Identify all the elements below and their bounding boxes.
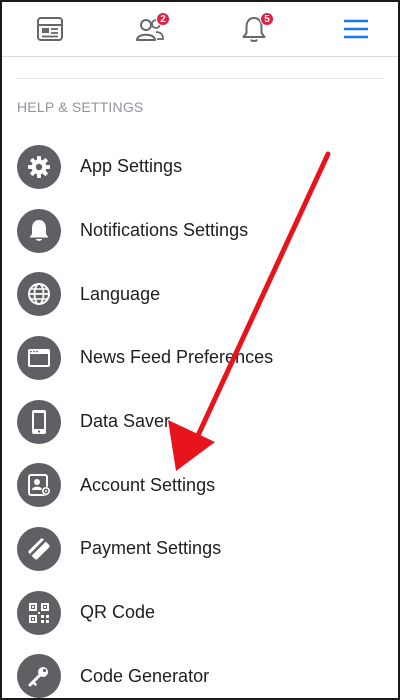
gear-icon [17, 144, 61, 189]
account-gear-icon [17, 463, 61, 508]
hamburger-icon [344, 19, 368, 39]
menu-item-account-settings[interactable]: Account Settings [2, 453, 398, 517]
screen-frame: 2 5 HELP & SETTINGS App Settings Notific… [0, 0, 400, 700]
phone-icon [17, 399, 61, 444]
menu-item-label: QR Code [80, 602, 156, 623]
bell-icon [17, 208, 61, 253]
top-navigation-bar: 2 5 [2, 2, 398, 57]
globe-icon [17, 272, 61, 317]
menu-item-notifications-settings[interactable]: Notifications Settings [2, 199, 398, 263]
nav-news-feed-button[interactable] [28, 10, 72, 48]
menu-item-label: Data Saver [80, 411, 171, 432]
menu-item-label: Notifications Settings [80, 220, 249, 241]
menu-item-language[interactable]: Language [2, 262, 398, 326]
notifications-badge: 5 [260, 12, 274, 26]
menu-item-label: Account Settings [80, 474, 216, 495]
section-header: HELP & SETTINGS [17, 99, 144, 115]
section-divider [16, 78, 384, 79]
menu-item-payment-settings[interactable]: Payment Settings [2, 517, 398, 581]
help-settings-menu: App Settings Notifications Settings Lang… [2, 135, 398, 698]
menu-item-code-generator[interactable]: Code Generator [2, 645, 398, 698]
menu-item-data-saver[interactable]: Data Saver [2, 390, 398, 454]
news-feed-icon [17, 335, 61, 380]
menu-item-label: App Settings [80, 156, 183, 177]
menu-item-news-feed-preferences[interactable]: News Feed Preferences [2, 326, 398, 390]
key-icon [17, 654, 61, 698]
nav-notifications-button[interactable]: 5 [232, 10, 276, 48]
card-icon [17, 526, 61, 571]
qr-code-icon [17, 590, 61, 635]
menu-item-app-settings[interactable]: App Settings [2, 135, 398, 199]
friend-requests-badge: 2 [156, 12, 170, 26]
nav-friend-requests-button[interactable]: 2 [128, 10, 172, 48]
menu-item-label: Language [80, 283, 161, 304]
news-feed-icon [37, 17, 63, 41]
menu-item-label: Code Generator [80, 665, 210, 686]
menu-item-label: Payment Settings [80, 538, 222, 559]
nav-menu-button[interactable] [334, 10, 378, 48]
menu-item-label: News Feed Preferences [80, 347, 274, 368]
menu-item-qr-code[interactable]: QR Code [2, 581, 398, 645]
